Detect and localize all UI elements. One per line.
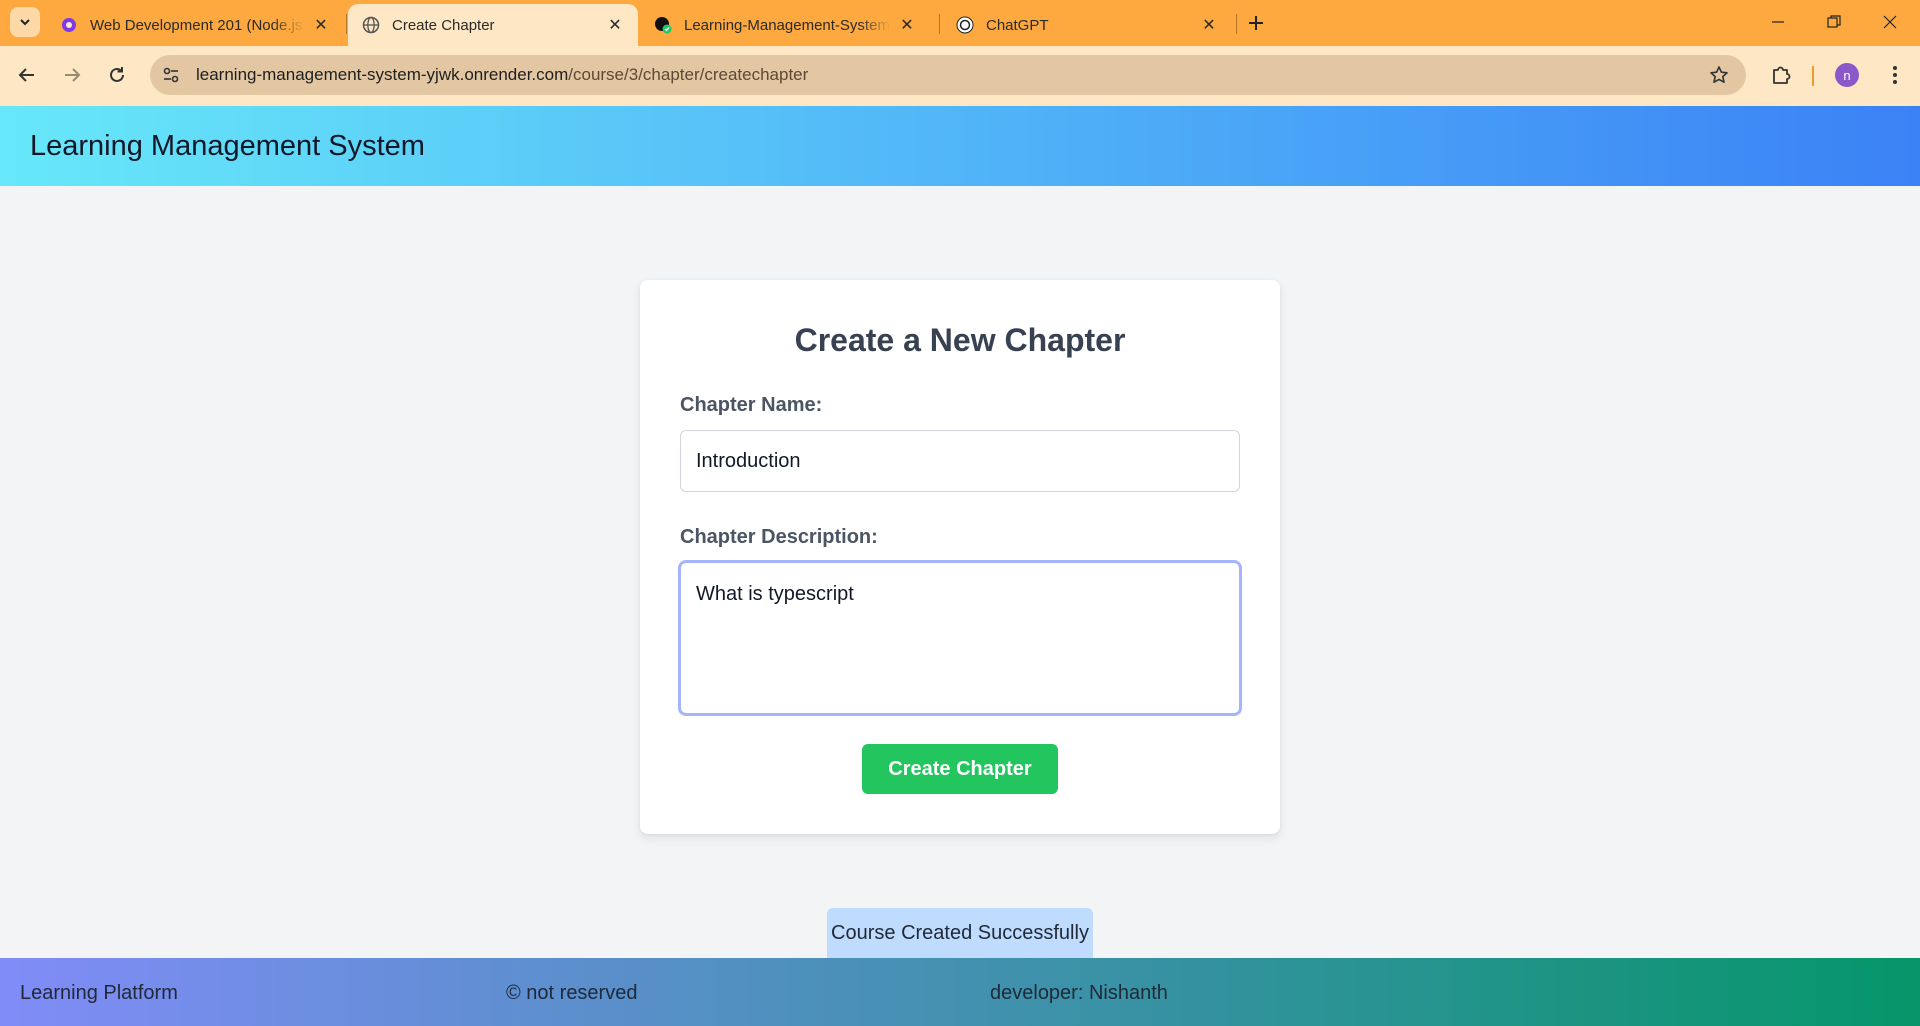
tab-search-button[interactable] [10,7,40,37]
close-window-button[interactable] [1862,0,1918,44]
github-icon [654,16,672,34]
tab-title: Learning-Management-System [684,16,890,34]
site-header: Learning Management System [0,106,1920,186]
tab-github-repo[interactable]: Learning-Management-System ✕ [640,4,930,46]
tab-title: Web Development 201 (Node.js [90,16,303,34]
star-icon [1710,66,1728,83]
close-icon[interactable]: ✕ [606,16,624,34]
page-title: Create a New Chapter [794,322,1126,358]
browser-toolbar: learning-management-system-yjwk.onrender… [0,46,1920,106]
restore-icon [1827,15,1841,28]
site-title[interactable]: Learning Management System [30,130,425,163]
browser-menu-button[interactable] [1880,60,1910,90]
extensions-button[interactable] [1766,60,1796,90]
tab-create-chapter[interactable]: Create Chapter ✕ [348,4,638,46]
arrow-left-icon [18,68,34,82]
footer-developer: developer: Nishanth [990,982,1168,1004]
tab-title: ChatGPT [986,16,1049,34]
browser-tab-bar: Web Development 201 (Node.js ✕ Create Ch… [0,0,1920,46]
url-text: learning-management-system-yjwk.onrender… [196,65,808,85]
success-flash-message: Course Created Successfully [827,908,1093,958]
chatgpt-icon [956,16,974,34]
site-footer: Learning Platform © not reserved develop… [0,958,1920,1026]
forward-button[interactable] [57,60,87,90]
close-icon[interactable]: ✕ [312,16,330,34]
reload-button[interactable] [102,60,132,90]
new-tab-button[interactable] [1242,9,1270,37]
arrow-right-icon [65,68,81,82]
back-button[interactable] [12,60,42,90]
address-bar[interactable]: learning-management-system-yjwk.onrender… [150,55,1746,95]
globe-icon [362,16,380,34]
tab-separator [1236,14,1237,34]
create-chapter-button[interactable]: Create Chapter [862,744,1058,794]
chapter-name-input[interactable]: Introduction [680,430,1240,492]
footer-copyright: © not reserved [506,982,638,1004]
pupilfirst-icon [60,16,78,34]
close-icon [1883,15,1897,29]
restore-button[interactable] [1806,0,1862,44]
tab-separator [346,14,347,34]
chapter-name-label: Chapter Name: [680,394,823,416]
tune-icon [163,67,179,83]
tab-chatgpt[interactable]: ChatGPT ✕ [942,4,1232,46]
reload-icon [110,67,124,82]
tab-separator [939,14,940,34]
more-vertical-icon [1893,66,1897,84]
puzzle-icon [1773,66,1791,84]
close-icon[interactable]: ✕ [1200,16,1218,34]
chapter-description-textarea[interactable]: What is typescript [678,560,1242,716]
tab-title: Create Chapter [392,16,495,34]
url-path: /course/3/chapter/createchapter [568,65,809,84]
minimize-icon [1772,21,1784,23]
bookmark-star-button[interactable] [1708,64,1730,86]
chevron-down-icon [20,19,30,26]
minimize-button[interactable] [1750,0,1806,44]
profile-avatar[interactable]: n [1835,63,1859,87]
toolbar-separator [1812,66,1814,86]
close-icon[interactable]: ✕ [898,16,916,34]
site-info-button[interactable] [156,60,186,90]
url-host: learning-management-system-yjwk.onrender… [196,65,569,84]
create-chapter-card: Create a New Chapter Chapter Name: Intro… [640,280,1280,834]
plus-icon [1249,16,1263,30]
footer-platform-name: Learning Platform [20,982,178,1004]
tab-web-development[interactable]: Web Development 201 (Node.js ✕ [46,4,344,46]
chapter-description-label: Chapter Description: [680,526,878,548]
